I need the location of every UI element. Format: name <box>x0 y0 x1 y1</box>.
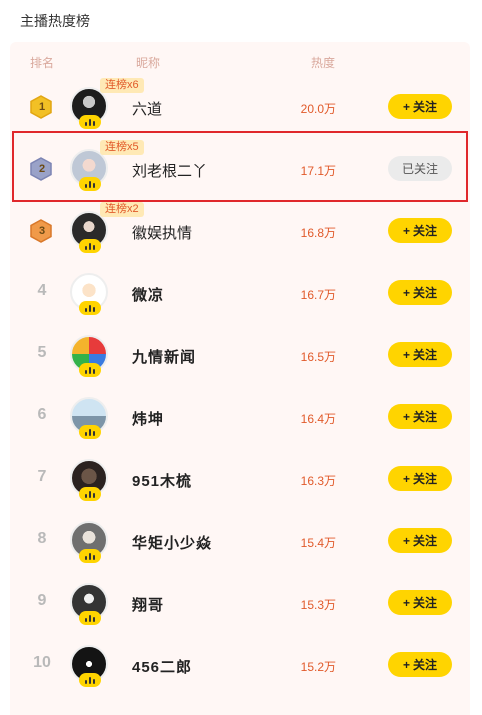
live-audio-icon <box>79 177 101 191</box>
plus-icon: + <box>402 595 410 610</box>
heat-value: 15.2万 <box>300 660 336 674</box>
follow-label: 关注 <box>413 410 438 424</box>
heat-value: 17.1万 <box>300 164 336 178</box>
ranking-row: 9 翔哥 15.3万 + 关注 <box>10 572 470 634</box>
rank-number: 6 <box>37 406 47 423</box>
rank-number: 10 <box>33 654 51 671</box>
page-title: 主播热度榜 <box>20 13 90 29</box>
rank-number: 4 <box>37 282 47 299</box>
streamer-nickname[interactable]: 刘老根二丫 <box>132 160 207 181</box>
rank-number: 9 <box>37 592 47 609</box>
streamer-nickname[interactable]: 华矩小少焱 <box>132 532 212 553</box>
heat-value: 16.8万 <box>300 226 336 240</box>
follow-button[interactable]: + 关注 <box>388 342 452 367</box>
follow-button[interactable]: + 关注 <box>388 590 452 615</box>
live-audio-icon <box>79 549 101 563</box>
followed-button[interactable]: 已关注 <box>388 156 452 181</box>
rank-number: 2 <box>38 163 46 175</box>
column-header-rank: 排名 <box>30 56 55 70</box>
streamer-nickname[interactable]: 六道 <box>132 98 162 119</box>
ranking-row: 10 456二郎 15.2万 + 关注 <box>10 634 470 696</box>
plus-icon: + <box>402 223 410 238</box>
heat-value: 15.4万 <box>300 536 336 550</box>
streak-badge: 连榜x6 <box>100 78 144 93</box>
follow-label: 关注 <box>413 658 438 672</box>
heat-value: 20.0万 <box>300 102 336 116</box>
plus-icon: + <box>402 347 410 362</box>
ranking-row: 8 华矩小少焱 15.4万 + 关注 <box>10 510 470 572</box>
streamer-nickname[interactable]: 九情新闻 <box>132 346 196 367</box>
streamer-nickname[interactable]: 456二郎 <box>132 656 192 677</box>
follow-button[interactable]: + 关注 <box>388 652 452 677</box>
plus-icon: + <box>402 471 410 486</box>
ranking-row: 5 九情新闻 16.5万 + 关注 <box>10 324 470 386</box>
follow-button[interactable]: + 关注 <box>388 466 452 491</box>
ranking-row: 2 连榜x5 刘老根二丫 17.1万 已关注 <box>10 138 470 200</box>
live-audio-icon <box>79 487 101 501</box>
heat-value: 16.7万 <box>300 288 336 302</box>
ranking-row: 7 951木梳 16.3万 + 关注 <box>10 448 470 510</box>
column-header-heat: 热度 <box>311 56 336 70</box>
plus-icon: + <box>402 285 410 300</box>
rank-number: 1 <box>38 101 46 113</box>
ranking-row: 4 微凉 16.7万 + 关注 <box>10 262 470 324</box>
live-audio-icon <box>79 673 101 687</box>
streamer-nickname[interactable]: 徽娱执情 <box>132 222 192 243</box>
follow-button[interactable]: + 关注 <box>388 94 452 119</box>
heat-value: 15.3万 <box>300 598 336 612</box>
follow-button[interactable]: + 关注 <box>388 404 452 429</box>
follow-label: 关注 <box>413 534 438 548</box>
follow-label: 关注 <box>413 100 438 114</box>
streamer-nickname[interactable]: 翔哥 <box>132 594 164 615</box>
rank-number: 5 <box>37 344 47 361</box>
follow-label: 关注 <box>413 348 438 362</box>
followed-label: 已关注 <box>401 162 438 176</box>
follow-label: 关注 <box>413 224 438 238</box>
follow-button[interactable]: + 关注 <box>388 280 452 305</box>
rank-number: 3 <box>38 225 46 237</box>
plus-icon: + <box>402 99 410 114</box>
column-header-nickname: 昵称 <box>136 56 161 70</box>
follow-label: 关注 <box>413 596 438 610</box>
plus-icon: + <box>402 409 410 424</box>
streamer-nickname[interactable]: 微凉 <box>132 284 164 305</box>
streak-badge: 连榜x2 <box>100 202 144 217</box>
plus-icon: + <box>402 533 410 548</box>
live-audio-icon <box>79 611 101 625</box>
heat-value: 16.3万 <box>300 474 336 488</box>
streak-badge: 连榜x5 <box>100 140 144 155</box>
follow-label: 关注 <box>413 472 438 486</box>
live-audio-icon <box>79 425 101 439</box>
live-audio-icon <box>79 363 101 377</box>
rank-number: 8 <box>37 530 47 547</box>
streamer-nickname[interactable]: 951木梳 <box>132 470 192 491</box>
rank-number: 7 <box>37 468 47 485</box>
ranking-row: 1 连榜x6 六道 20.0万 + 关注 <box>10 76 470 138</box>
streamer-nickname[interactable]: 炜坤 <box>132 408 164 429</box>
plus-icon: + <box>402 657 410 672</box>
ranking-row: 6 炜坤 16.4万 + 关注 <box>10 386 470 448</box>
follow-button[interactable]: + 关注 <box>388 528 452 553</box>
heat-value: 16.4万 <box>300 412 336 426</box>
live-audio-icon <box>79 115 101 129</box>
follow-label: 关注 <box>413 286 438 300</box>
heat-value: 16.5万 <box>300 350 336 364</box>
ranking-row: 3 连榜x2 徽娱执情 16.8万 + 关注 <box>10 200 470 262</box>
live-audio-icon <box>79 301 101 315</box>
follow-button[interactable]: + 关注 <box>388 218 452 243</box>
live-audio-icon <box>79 239 101 253</box>
